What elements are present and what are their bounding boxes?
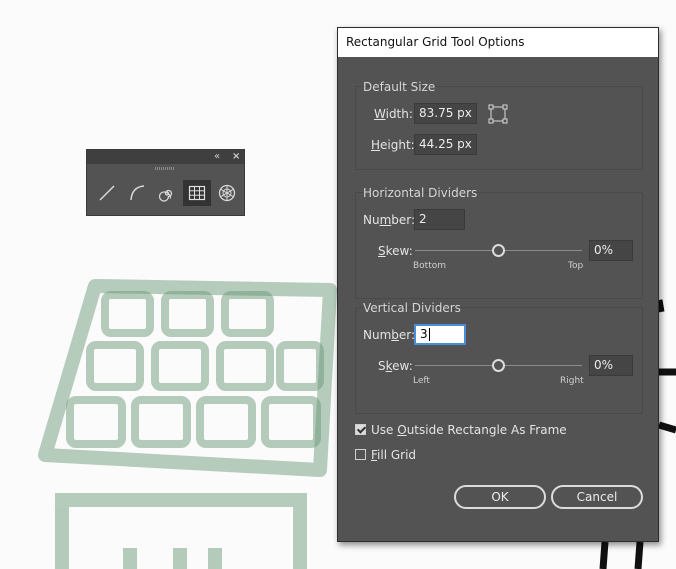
horizontal-skew-label: Skew: (378, 244, 413, 258)
panel-grip[interactable] (155, 167, 175, 170)
horizontal-skew-right-label: Top (568, 261, 584, 271)
horizontal-skew-slider-thumb[interactable] (492, 244, 505, 257)
use-outside-rectangle-checkbox[interactable] (355, 424, 366, 435)
ok-button[interactable]: OK (454, 485, 546, 509)
collapse-icon[interactable]: « (214, 151, 220, 163)
rectangular-grid-icon (188, 185, 206, 201)
spiral-icon (158, 189, 173, 202)
use-outside-rectangle-label[interactable]: Use Outside Rectangle As Frame (371, 423, 567, 437)
vertical-skew-left-label: Left (413, 376, 430, 386)
line-segment-icon (99, 185, 115, 201)
vertical-skew-label: Skew: (378, 359, 413, 373)
dialog-title[interactable]: Rectangular Grid Tool Options (338, 28, 658, 57)
panel-titlebar[interactable]: « × (87, 150, 244, 164)
rectangular-grid-options-dialog: Rectangular Grid Tool Options Default Si… (337, 27, 659, 542)
default-size-group (355, 86, 643, 170)
horizontal-skew-left-label: Bottom (413, 261, 447, 271)
spiral-tool[interactable] (153, 180, 181, 206)
vertical-skew-field[interactable]: 0% (589, 355, 633, 376)
default-size-label: Default Size (363, 80, 436, 94)
vertical-number-field[interactable]: 3 (414, 324, 466, 345)
line-tools-panel: « × (86, 149, 245, 216)
bounding-box-icon[interactable] (488, 104, 508, 124)
width-label: Width: (374, 107, 413, 121)
fill-grid-label[interactable]: Fill Grid (371, 448, 416, 462)
height-label: Height: (371, 138, 415, 152)
horizontal-dividers-label: Horizontal Dividers (363, 186, 478, 200)
rectangular-grid-tool[interactable] (183, 180, 211, 206)
text-caret (428, 328, 430, 341)
fill-grid-checkbox[interactable] (355, 449, 366, 460)
line-segment-tool[interactable] (93, 180, 121, 206)
polar-grid-tool[interactable] (213, 180, 241, 206)
close-icon[interactable]: × (232, 151, 240, 163)
vertical-skew-slider-thumb[interactable] (492, 359, 505, 372)
width-field[interactable]: 83.75 px (414, 103, 477, 124)
arc-icon (130, 185, 145, 201)
horizontal-skew-field[interactable]: 0% (589, 240, 633, 261)
polar-grid-icon (218, 184, 236, 202)
vertical-dividers-label: Vertical Dividers (363, 301, 461, 315)
height-field[interactable]: 44.25 px (414, 134, 477, 155)
arc-tool[interactable] (123, 180, 151, 206)
horizontal-number-field[interactable]: 2 (414, 209, 465, 230)
horizontal-number-label: Number: (363, 213, 416, 227)
vertical-number-label: Number: (363, 328, 416, 342)
cancel-button[interactable]: Cancel (551, 485, 643, 509)
vertical-skew-right-label: Right (560, 376, 584, 386)
